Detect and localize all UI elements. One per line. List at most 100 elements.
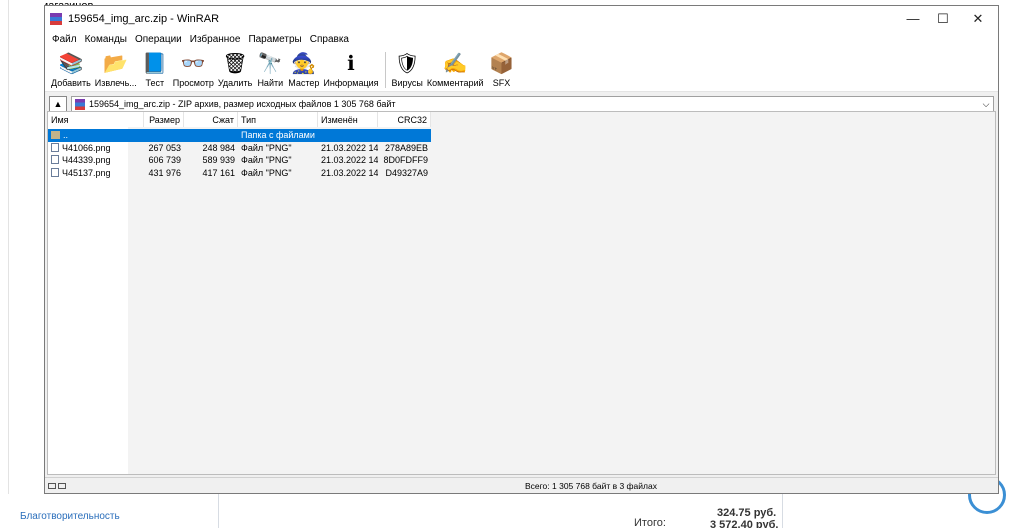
test-icon: 📘 xyxy=(142,53,168,75)
menu-options[interactable]: Параметры xyxy=(244,34,305,45)
table-row[interactable]: Ч45137.png 431 976 417 161 Файл "PNG" 21.03.… xyxy=(48,167,431,180)
table-row[interactable]: Ч44339.png 606 739 589 939 Файл "PNG" 21.03.… xyxy=(48,154,431,167)
cell-name-wrap: .. xyxy=(48,130,144,140)
cell-name: Ч41066.png xyxy=(62,142,111,153)
background-link-charity[interactable]: Благотворительность xyxy=(20,511,120,522)
parent-folder-row[interactable]: .. Папка с файлами xyxy=(48,129,431,142)
find-icon: 🔭 xyxy=(257,53,283,75)
toolbar: 📚 Добавить 📂 Извлечь... 📘 Тест 👓 Просмотр 🗑 Удали… xyxy=(45,48,998,92)
toolbar-button-comment[interactable]: ✍ Комментарий xyxy=(425,48,486,88)
column-size[interactable]: Размер xyxy=(144,112,184,127)
toolbar-button-archive-add[interactable]: 📚 Добавить xyxy=(49,48,93,88)
window-title: 159654_img_arc.zip - WinRAR xyxy=(68,12,220,25)
drive-icon xyxy=(48,482,56,489)
cell-name: Ч45137.png xyxy=(62,167,111,178)
key-icon xyxy=(58,482,66,489)
toolbar-button-sfx[interactable]: 📦 SFX xyxy=(486,48,518,88)
cell-name: .. xyxy=(63,130,69,141)
toolbar-label: Удалить xyxy=(217,78,253,88)
column-modified[interactable]: Изменён xyxy=(318,112,378,127)
file-icon xyxy=(51,167,59,177)
cell-size: 431 976 xyxy=(148,167,181,178)
background-divider xyxy=(218,494,219,528)
archive-icon xyxy=(75,98,85,110)
status-icons xyxy=(45,482,75,489)
background-divider xyxy=(782,494,783,528)
toolbar-label: Мастер xyxy=(288,78,320,88)
toolbar-button-extract[interactable]: 📂 Извлечь... xyxy=(93,48,139,88)
menu-bar: Файл Команды Операции Избранное Параметр… xyxy=(45,31,998,48)
toolbar-button-view[interactable]: 👓 Просмотр xyxy=(171,48,216,88)
cell-packed: 248 984 xyxy=(202,142,235,153)
status-text: Всего: 1 305 768 байт в 3 файлах xyxy=(525,480,657,491)
background-divider xyxy=(8,0,9,528)
file-rows: .. Папка с файлами Ч41066.png 267 053 248 98… xyxy=(48,129,431,179)
virus-scan-icon: 🛡 xyxy=(394,53,420,75)
menu-commands[interactable]: Команды xyxy=(81,34,131,45)
maximize-button[interactable]: ☐ xyxy=(928,6,958,31)
toolbar-button-virus-scan[interactable]: 🛡 Вирусы xyxy=(390,48,425,88)
toolbar-separator xyxy=(384,52,386,88)
file-list: Имя Размер Сжат Тип Изменён CRC32 .. Папк… xyxy=(47,111,996,475)
archive-add-icon: 📚 xyxy=(58,53,84,75)
cell-crc: D49327A9 xyxy=(385,167,428,178)
cell-type: Папка с файлами xyxy=(241,130,315,141)
extract-icon: 📂 xyxy=(103,53,129,75)
toolbar-label: Вирусы xyxy=(391,78,423,88)
cell-packed: 417 161 xyxy=(202,167,235,178)
cell-modified: 21.03.2022 14:52 xyxy=(321,167,378,178)
menu-help[interactable]: Справка xyxy=(306,34,353,45)
address-field[interactable]: 159654_img_arc.zip - ZIP архив, размер и… xyxy=(71,95,994,113)
close-button[interactable]: ✕ xyxy=(958,6,998,31)
column-crc32[interactable]: CRC32 xyxy=(378,112,431,127)
cell-packed: 589 939 xyxy=(202,155,235,166)
comment-icon: ✍ xyxy=(442,53,468,75)
menu-file[interactable]: Файл xyxy=(48,34,81,45)
background-sidebar xyxy=(0,0,45,528)
menu-favorites[interactable]: Избранное xyxy=(186,34,245,45)
table-row[interactable]: Ч41066.png 267 053 248 984 Файл "PNG" 21.03.… xyxy=(48,142,431,155)
winrar-window: 159654_img_arc.zip - WinRAR — ☐ ✕ Файл К… xyxy=(44,5,999,494)
column-type[interactable]: Тип xyxy=(238,112,318,127)
column-headers: Имя Размер Сжат Тип Изменён CRC32 xyxy=(48,112,431,127)
background-total-value: 3 572.40 руб. xyxy=(710,519,779,528)
toolbar-button-test[interactable]: 📘 Тест xyxy=(139,48,171,88)
background-partial-value: 324.75 руб. xyxy=(717,507,777,519)
toolbar-button-find[interactable]: 🔭 Найти xyxy=(254,48,286,88)
address-text: 159654_img_arc.zip - ZIP архив, размер и… xyxy=(89,99,396,109)
up-folder-button[interactable]: ▲ xyxy=(49,96,67,112)
status-bar: Всего: 1 305 768 байт в 3 файлах xyxy=(45,477,998,493)
folder-up-icon xyxy=(51,131,60,140)
cell-name: Ч44339.png xyxy=(62,155,111,166)
menu-operations[interactable]: Операции xyxy=(131,34,186,45)
toolbar-button-info[interactable]: ℹ Информация xyxy=(321,48,380,88)
toolbar-button-delete[interactable]: 🗑 Удалить xyxy=(216,48,254,88)
title-bar[interactable]: 159654_img_arc.zip - WinRAR — ☐ ✕ xyxy=(45,6,998,31)
sfx-icon: 📦 xyxy=(489,53,514,75)
cell-modified: 21.03.2022 14:51 xyxy=(321,155,378,166)
toolbar-label: Извлечь... xyxy=(94,78,137,88)
cell-crc: 278A89EB xyxy=(384,142,428,153)
cell-size: 267 053 xyxy=(148,142,181,153)
cell-name-wrap: Ч44339.png xyxy=(48,155,144,165)
cell-size: 606 739 xyxy=(148,155,181,166)
view-icon: 👓 xyxy=(180,53,206,75)
toolbar-label: SFX xyxy=(492,78,511,88)
winrar-icon xyxy=(50,12,62,25)
file-icon xyxy=(51,155,59,165)
toolbar-button-wizard[interactable]: 🧙 Мастер xyxy=(286,48,321,88)
cell-type: Файл "PNG" xyxy=(241,142,292,153)
file-icon xyxy=(51,142,59,152)
background-total-label: Итого: xyxy=(634,517,666,528)
chevron-down-icon[interactable]: ⌵ xyxy=(979,99,993,110)
column-packed[interactable]: Сжат xyxy=(184,112,238,127)
toolbar-label: Найти xyxy=(257,78,284,88)
delete-icon: 🗑 xyxy=(222,53,248,75)
info-icon: ℹ xyxy=(347,53,355,75)
column-name[interactable]: Имя xyxy=(48,112,144,127)
cell-type: Файл "PNG" xyxy=(241,167,292,178)
background-bottom-area xyxy=(0,494,1024,528)
cell-name-wrap: Ч41066.png xyxy=(48,142,144,153)
minimize-button[interactable]: — xyxy=(898,6,928,31)
toolbar-label: Тест xyxy=(145,78,165,88)
